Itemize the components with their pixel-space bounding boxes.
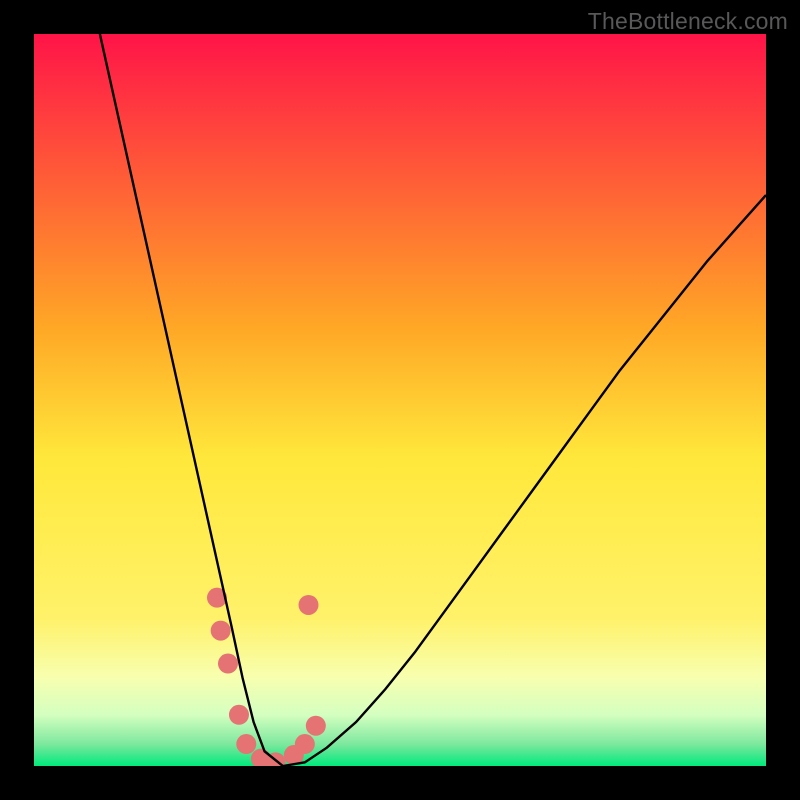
data-marker: [218, 654, 238, 674]
data-marker: [211, 621, 231, 641]
data-marker: [306, 716, 326, 736]
chart-svg: [34, 34, 766, 766]
data-marker: [236, 734, 256, 754]
gradient-background: [34, 34, 766, 766]
data-marker: [295, 734, 315, 754]
watermark: TheBottleneck.com: [588, 8, 788, 35]
data-marker: [229, 705, 249, 725]
data-marker: [299, 595, 319, 615]
plot-area: [34, 34, 766, 766]
